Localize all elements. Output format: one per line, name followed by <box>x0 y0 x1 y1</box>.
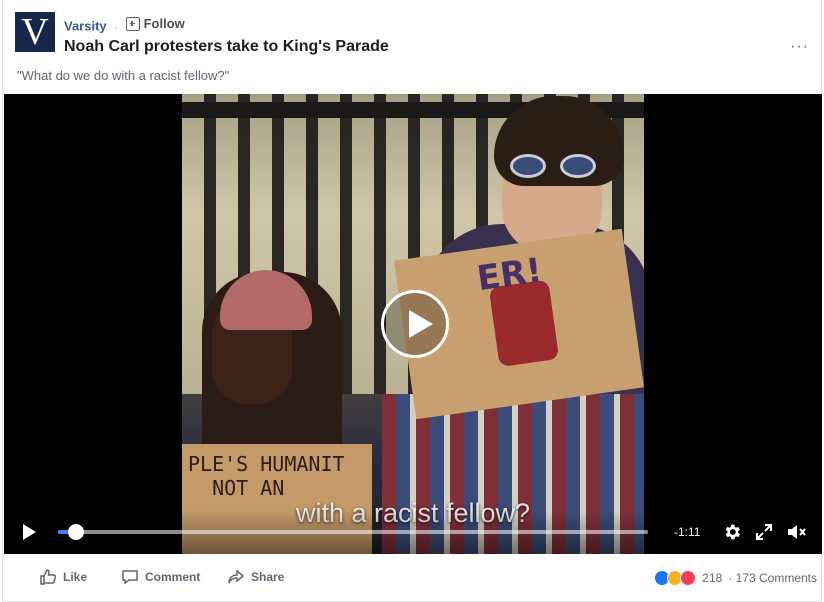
settings-gear-icon[interactable] <box>722 522 742 542</box>
play-overlay-button[interactable] <box>381 290 449 358</box>
follow-plus-icon <box>125 16 140 31</box>
comment-bubble-icon <box>122 570 138 585</box>
video-controls: -1:11 <box>4 510 822 554</box>
reaction-count[interactable]: 218 <box>702 571 722 585</box>
post-caption: "What do we do with a racist fellow?" <box>17 68 230 83</box>
video-player[interactable]: ER! PLE'S HUMANIT NOT AN with a racist f… <box>4 94 822 554</box>
like-label: Like <box>63 570 88 584</box>
progress-bar[interactable] <box>58 524 648 540</box>
post-actions: Like Comment Share 218 · 173 Comments <box>17 566 817 592</box>
page-logo[interactable]: V <box>15 12 55 52</box>
sunglasses <box>510 154 596 178</box>
share-button[interactable]: Share <box>227 568 284 586</box>
comment-button[interactable]: Comment <box>121 568 200 586</box>
more-options-icon[interactable]: ··· <box>790 38 809 56</box>
follow-label: Follow <box>143 16 185 31</box>
time-remaining: -1:11 <box>674 525 701 539</box>
fullscreen-icon[interactable] <box>755 523 773 541</box>
comments-count[interactable]: · 173 Comments <box>728 571 817 585</box>
post-card: V Varsity · Follow Noah Carl protesters … <box>2 0 822 602</box>
comment-label: Comment <box>145 570 201 584</box>
thumbs-up-icon <box>40 569 57 585</box>
share-label: Share <box>251 570 285 584</box>
like-button[interactable]: Like <box>39 568 87 586</box>
separator: · <box>114 21 118 34</box>
reactions-summary[interactable]: 218 · 173 Comments <box>654 570 817 586</box>
sign-left-text: PLE'S HUMANIT NOT AN <box>188 452 345 500</box>
share-arrow-icon <box>228 569 245 584</box>
muted-volume-icon[interactable] <box>786 522 808 542</box>
post-title[interactable]: Noah Carl protesters take to King's Para… <box>64 38 389 56</box>
progress-handle[interactable] <box>67 524 84 540</box>
post-header: V Varsity · Follow Noah Carl protesters … <box>15 12 809 62</box>
love-icon <box>680 570 697 586</box>
play-icon[interactable] <box>22 524 36 540</box>
post-meta: Varsity · Follow <box>64 16 185 34</box>
page-name-link[interactable]: Varsity <box>64 19 107 34</box>
follow-button[interactable]: Follow <box>125 16 185 31</box>
